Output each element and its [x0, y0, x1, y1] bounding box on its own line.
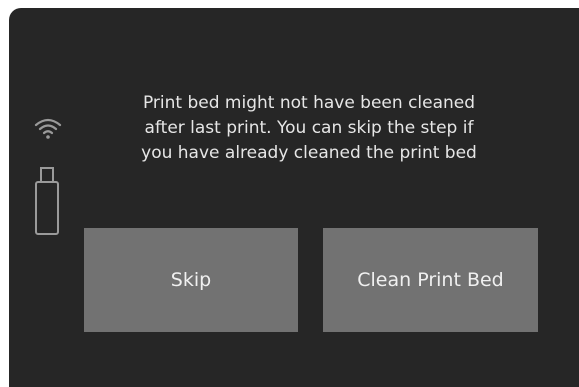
- clean-print-bed-button-label: Clean Print Bed: [357, 269, 504, 291]
- wifi-icon: [34, 118, 62, 139]
- printer-screen: Print bed might not have been cleaned af…: [9, 8, 579, 387]
- dialog-message: Print bed might not have been cleaned af…: [141, 93, 477, 163]
- usb-drive-icon: [35, 167, 59, 235]
- skip-button-label: Skip: [170, 269, 212, 291]
- clean-print-bed-button[interactable]: Clean Print Bed: [323, 228, 538, 332]
- skip-button[interactable]: Skip: [84, 228, 298, 332]
